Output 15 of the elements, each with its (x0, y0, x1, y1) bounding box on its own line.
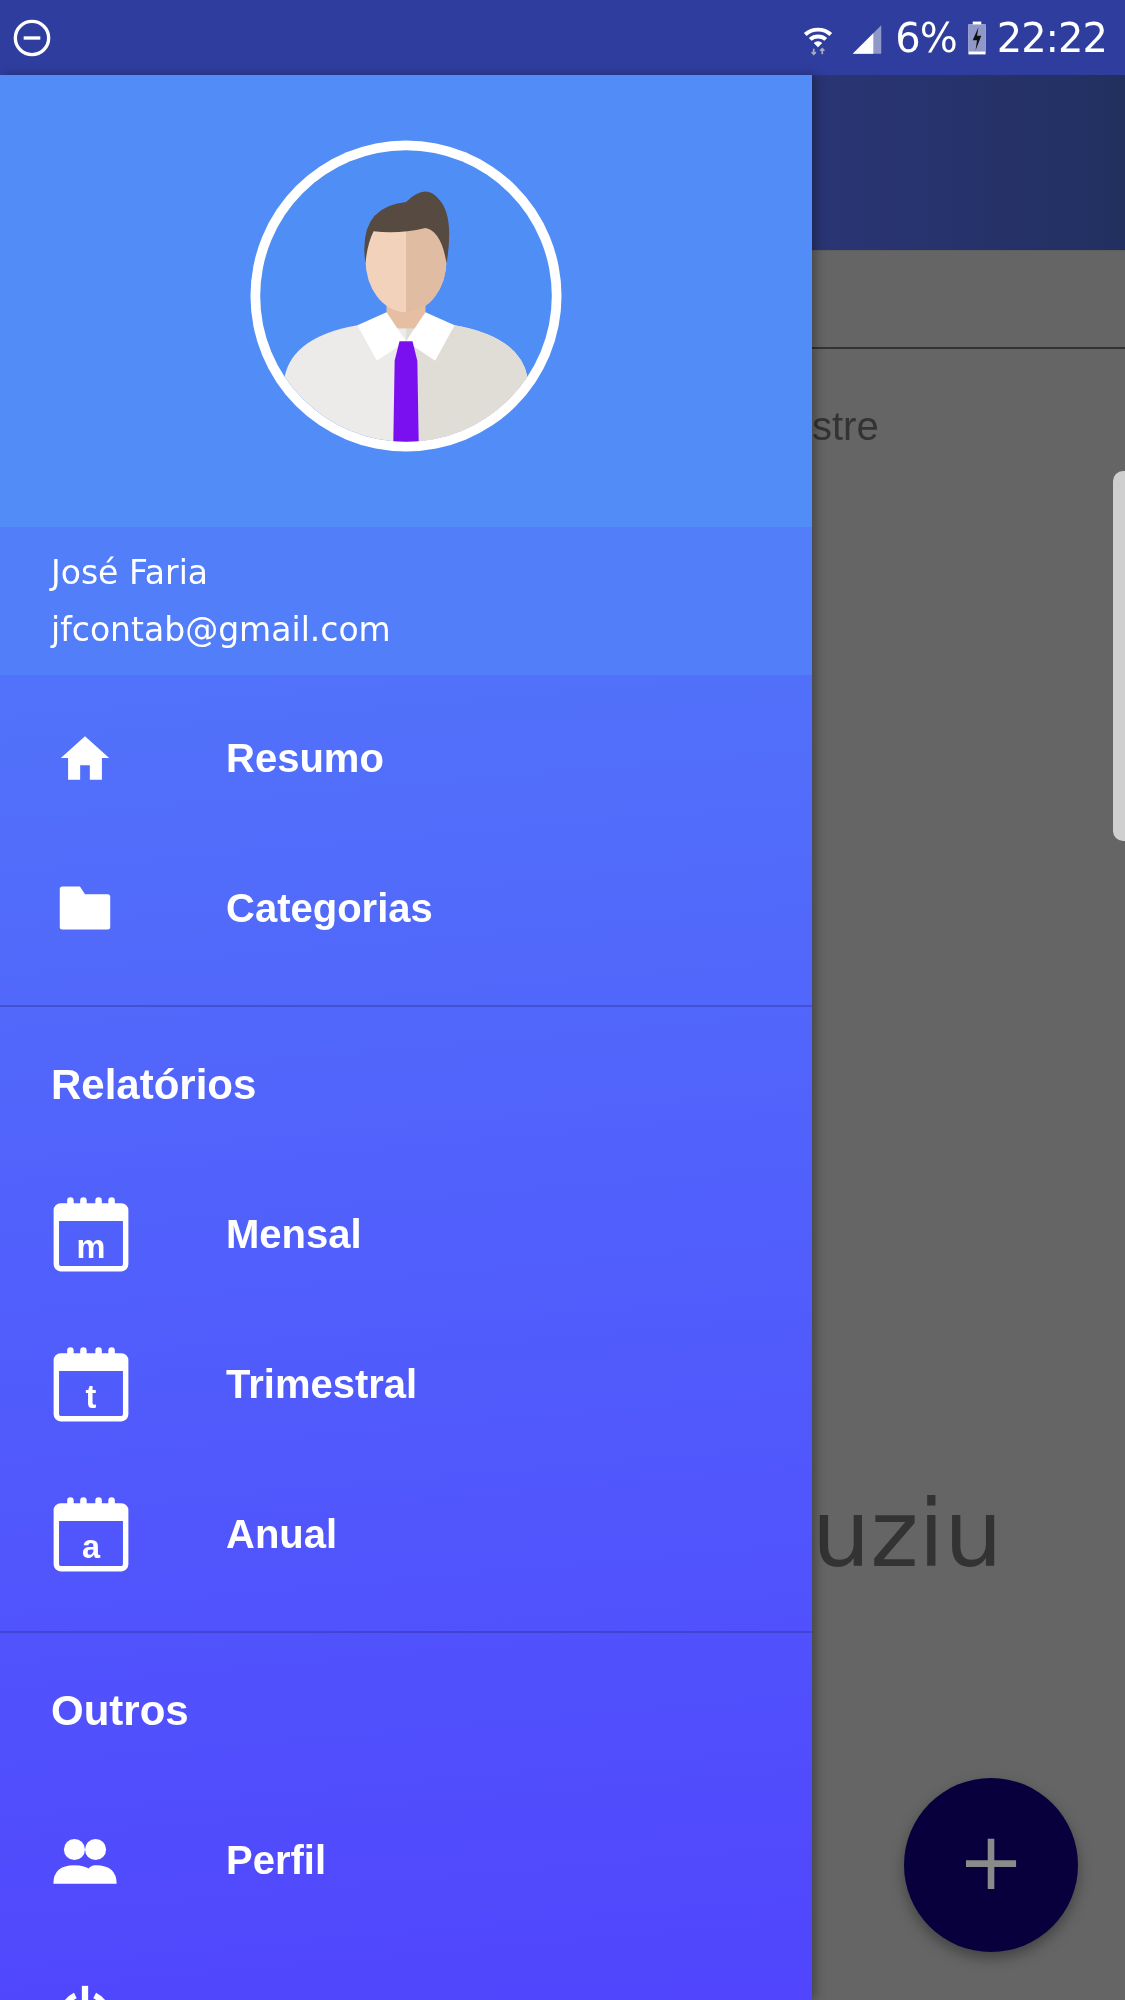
battery-charging-icon (966, 19, 987, 56)
menu-item[interactable]: a Anual (0, 1459, 812, 1609)
add-button[interactable]: + (904, 1778, 1078, 1952)
do-not-disturb-icon (12, 17, 52, 58)
menu-item[interactable]: Resumo (0, 683, 812, 833)
battery-percentage: 6% (895, 14, 957, 61)
menu-item[interactable]: t Trimestral (0, 1309, 812, 1459)
menu-item[interactable]: Categorias (0, 833, 812, 983)
section-heading: Outros (50, 1686, 190, 1736)
menu-item[interactable]: m Mensal (0, 1159, 812, 1309)
user-name: José Faria (51, 553, 210, 592)
user-email: jfcontab@gmail.com (51, 610, 392, 649)
menu-item[interactable]: Perfil (0, 1785, 812, 1935)
section-heading: Relatórios (50, 1060, 258, 1110)
status-time: 22:22 (996, 14, 1107, 61)
